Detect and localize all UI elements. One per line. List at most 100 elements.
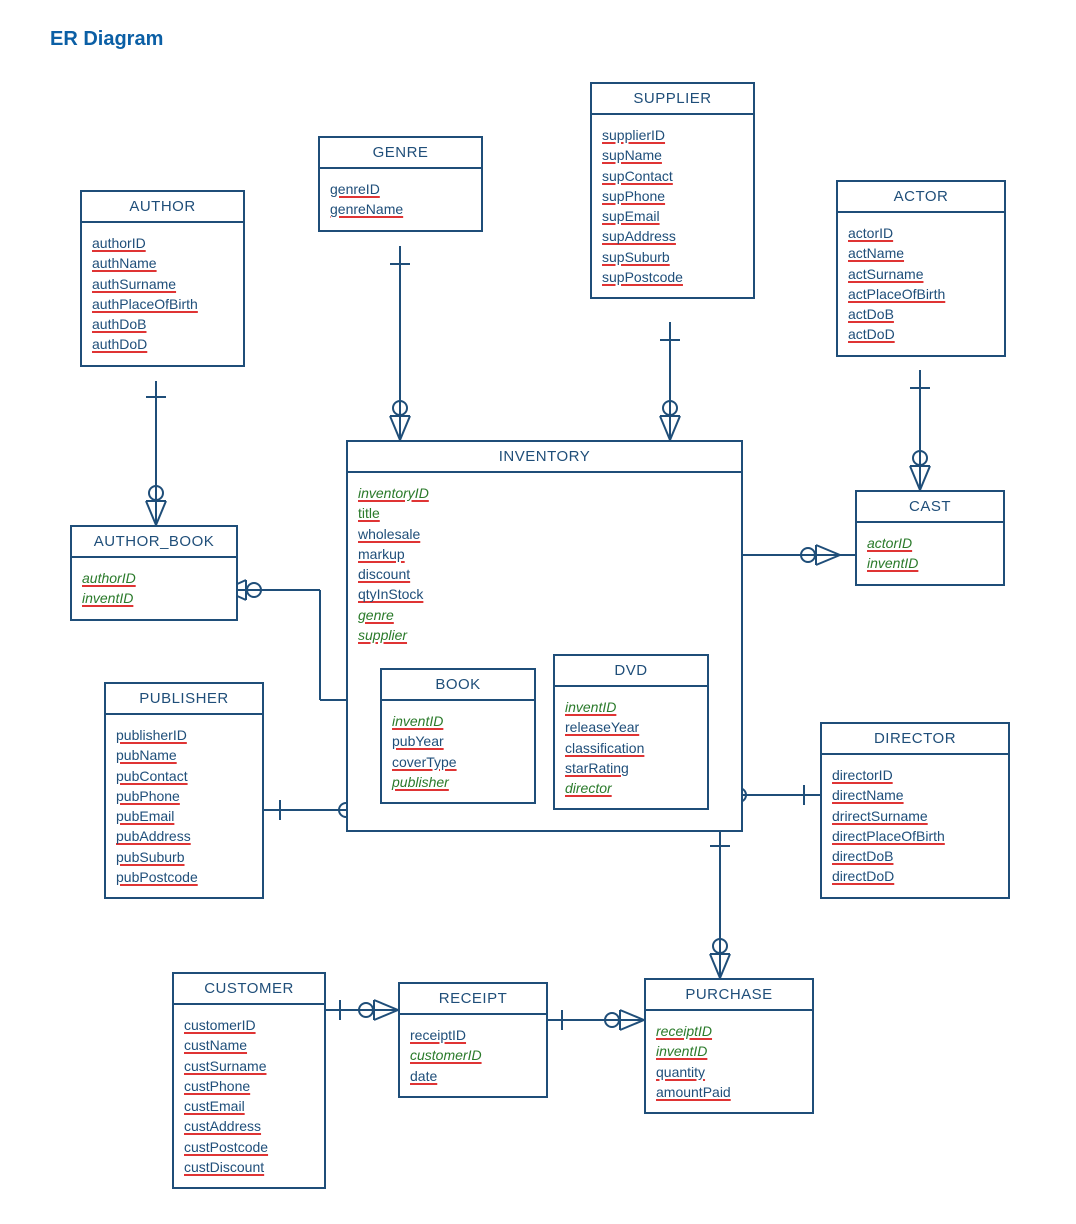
attr: actDoD (848, 326, 895, 342)
entity-dvd-title: DVD (555, 656, 707, 687)
attr: custEmail (184, 1098, 245, 1114)
entity-genre: GENRE genreID genreName (318, 136, 483, 232)
attr: actDoB (848, 306, 894, 322)
entity-publisher: PUBLISHER publisherID pubName pubContact… (104, 682, 264, 899)
attr: custAddress (184, 1118, 261, 1134)
attr: supName (602, 147, 662, 163)
attr: actorID (848, 225, 893, 241)
entity-purchase-title: PURCHASE (646, 980, 812, 1011)
attr: customerID (184, 1017, 256, 1033)
attr: directName (832, 787, 904, 803)
attr: pubEmail (116, 808, 174, 824)
entity-genre-title: GENRE (320, 138, 481, 169)
attr: inventID (565, 699, 616, 715)
entity-receipt-title: RECEIPT (400, 984, 546, 1015)
attr: supContact (602, 168, 673, 184)
attr: inventID (82, 590, 133, 606)
attr: genreID (330, 181, 380, 197)
attr: pubSuburb (116, 849, 185, 865)
attr: inventID (392, 713, 443, 729)
entity-author-title: AUTHOR (82, 192, 243, 223)
attr: classification (565, 740, 644, 756)
attr: publisher (392, 774, 449, 790)
attr: inventID (656, 1043, 707, 1059)
attr: pubYear (392, 733, 444, 749)
entity-author-book-title: AUTHOR_BOOK (72, 527, 236, 558)
attr: title (358, 505, 380, 521)
entity-supplier-title: SUPPLIER (592, 84, 753, 115)
attr: inventID (867, 555, 918, 571)
attr: custDiscount (184, 1159, 264, 1175)
entity-publisher-title: PUBLISHER (106, 684, 262, 715)
entity-cast: CAST actorID inventID (855, 490, 1005, 586)
attr: supSuburb (602, 249, 670, 265)
entity-director-title: DIRECTOR (822, 724, 1008, 755)
attr: genreName (330, 201, 403, 217)
attr: pubPhone (116, 788, 180, 804)
attr: markup (358, 546, 405, 562)
attr: actPlaceOfBirth (848, 286, 945, 302)
attr: directDoD (832, 868, 894, 884)
entity-book: BOOK inventID pubYear coverType publishe… (380, 668, 536, 804)
attr: starRating (565, 760, 629, 776)
entity-author: AUTHOR authorID authName authSurname aut… (80, 190, 245, 367)
attr: coverType (392, 754, 457, 770)
entity-director: DIRECTOR directorID directName drirectSu… (820, 722, 1010, 899)
attr: genre (358, 607, 394, 623)
attr: supplierID (602, 127, 665, 143)
attr: amountPaid (656, 1084, 731, 1100)
attr: authorID (92, 235, 146, 251)
attr: receiptID (410, 1027, 466, 1043)
attr: actorID (867, 535, 912, 551)
attr: supPostcode (602, 269, 683, 285)
entity-cast-title: CAST (857, 492, 1003, 523)
attr: publisherID (116, 727, 187, 743)
attr: directPlaceOfBirth (832, 828, 945, 844)
attr: pubAddress (116, 828, 191, 844)
entity-inventory-title: INVENTORY (348, 442, 741, 473)
attr: directorID (832, 767, 893, 783)
attr: wholesale (358, 526, 420, 542)
attr: custSurname (184, 1058, 266, 1074)
attr: supAddress (602, 228, 676, 244)
attr: pubPostcode (116, 869, 198, 885)
attr: quantity (656, 1064, 705, 1080)
attr: actSurname (848, 266, 923, 282)
attr: custPhone (184, 1078, 250, 1094)
attr: drirectSurname (832, 808, 928, 824)
attr: releaseYear (565, 719, 639, 735)
attr: customerID (410, 1047, 482, 1063)
attr: pubName (116, 747, 177, 763)
entity-actor: ACTOR actorID actName actSurname actPlac… (836, 180, 1006, 357)
entity-purchase: PURCHASE receiptID inventID quantity amo… (644, 978, 814, 1114)
attr: receiptID (656, 1023, 712, 1039)
page-title: ER Diagram (50, 28, 163, 51)
entity-actor-title: ACTOR (838, 182, 1004, 213)
attr: pubContact (116, 768, 188, 784)
entity-receipt: RECEIPT receiptID customerID date (398, 982, 548, 1098)
attr: custPostcode (184, 1139, 268, 1155)
attr: qtyInStock (358, 586, 423, 602)
attr: supplier (358, 627, 407, 643)
entity-supplier: SUPPLIER supplierID supName supContact s… (590, 82, 755, 299)
attr: supPhone (602, 188, 665, 204)
attr: authDoD (92, 336, 147, 352)
entity-dvd: DVD inventID releaseYear classification … (553, 654, 709, 810)
attr: inventoryID (358, 485, 429, 501)
attr: director (565, 780, 612, 796)
attr: directDoB (832, 848, 893, 864)
attr: supEmail (602, 208, 660, 224)
attr: custName (184, 1037, 247, 1053)
attr: actName (848, 245, 904, 261)
entity-customer-title: CUSTOMER (174, 974, 324, 1005)
entity-book-title: BOOK (382, 670, 534, 701)
attr: authSurname (92, 276, 176, 292)
entity-inventory: INVENTORY inventoryID title wholesale ma… (346, 440, 743, 832)
entity-customer: CUSTOMER customerID custName custSurname… (172, 972, 326, 1189)
attr: authPlaceOfBirth (92, 296, 198, 312)
attr: date (410, 1068, 437, 1084)
attr: authDoB (92, 316, 146, 332)
attr: authorID (82, 570, 136, 586)
attr: authName (92, 255, 157, 271)
entity-author-book: AUTHOR_BOOK authorID inventID (70, 525, 238, 621)
